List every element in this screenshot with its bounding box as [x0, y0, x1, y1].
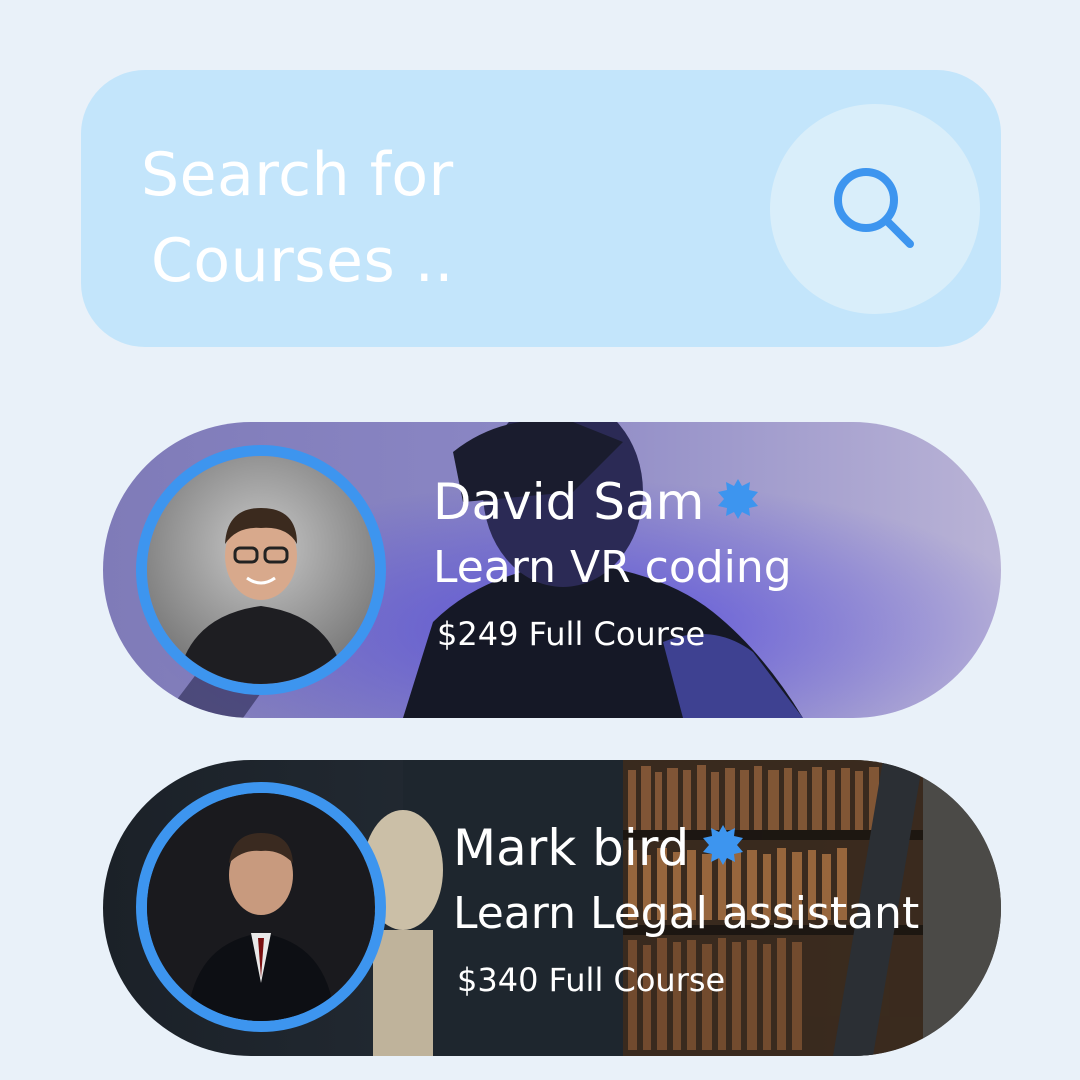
course-card[interactable]: Mark bird Learn Legal assistant $340 Ful…	[103, 760, 1001, 1056]
search-input[interactable]: Search for Courses ..	[141, 132, 661, 304]
search-placeholder-line1: Search for	[141, 140, 454, 210]
instructor-name: Mark bird	[453, 819, 690, 877]
instructor-name: David Sam	[433, 473, 705, 531]
course-price: $249 Full Course	[437, 615, 706, 653]
instructor-avatar[interactable]	[136, 782, 386, 1032]
instructor-name-row: Mark bird	[453, 818, 919, 878]
course-info: Mark bird Learn Legal assistant $340 Ful…	[453, 818, 919, 1002]
search-button[interactable]	[770, 104, 980, 314]
verified-badge-icon	[718, 472, 759, 532]
course-info: David Sam Learn VR coding $249 Full Cour…	[433, 472, 792, 656]
search-bar[interactable]: Search for Courses ..	[81, 70, 1001, 347]
instructor-avatar[interactable]	[136, 445, 386, 695]
course-price: $340 Full Course	[457, 961, 726, 999]
search-placeholder-line2: Courses ..	[151, 226, 454, 296]
instructor-name-row: David Sam	[433, 472, 792, 532]
course-title: Learn VR coding	[433, 542, 792, 593]
course-title: Learn Legal assistant	[453, 888, 920, 939]
course-card[interactable]: David Sam Learn VR coding $249 Full Cour…	[103, 422, 1001, 718]
search-icon	[834, 168, 914, 248]
verified-badge-icon	[703, 818, 744, 878]
